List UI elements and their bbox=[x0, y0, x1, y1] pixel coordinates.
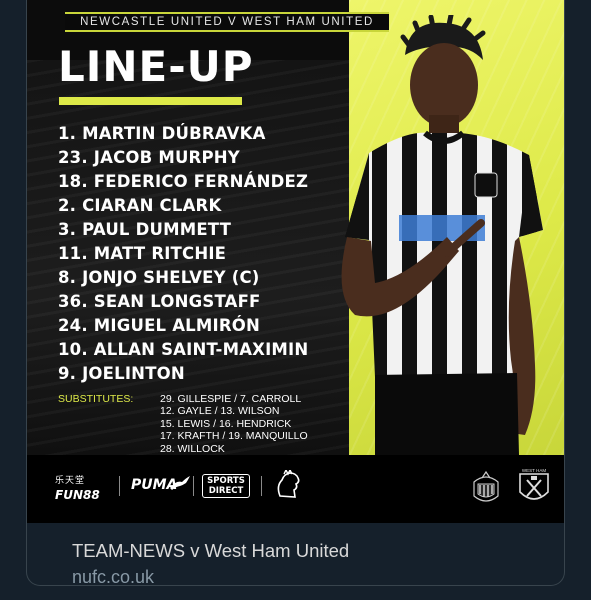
crest-text: WEST HAM bbox=[522, 468, 546, 473]
player-illustration bbox=[341, 12, 543, 455]
divider bbox=[193, 476, 194, 496]
substitutes-label: SUBSTITUTES: bbox=[58, 393, 134, 405]
list-item: 15. LEWIS / 16. HENDRICK bbox=[160, 417, 292, 430]
puma-cat-icon bbox=[170, 476, 190, 490]
list-item: 17. KRAFTH / 19. MANQUILLO bbox=[160, 430, 308, 443]
lineup-graphic[interactable]: NEWCASTLE UNITED V WEST HAM UNITED LINE-… bbox=[27, 0, 564, 523]
divider bbox=[119, 476, 120, 496]
title-underline bbox=[59, 97, 242, 105]
list-item: 3. PAUL DUMMETT bbox=[58, 220, 232, 239]
list-item: 18. FEDERICO FERNÁNDEZ bbox=[58, 172, 309, 191]
page-title: LINE-UP bbox=[58, 42, 254, 91]
list-item: 36. SEAN LONGSTAFF bbox=[58, 292, 261, 311]
link-preview-title[interactable]: TEAM-NEWS v West Ham United bbox=[72, 540, 349, 562]
list-item: 28. WILLOCK bbox=[160, 442, 225, 455]
list-item: 1. MARTIN DÚBRAVKA bbox=[58, 124, 266, 143]
list-item: 23. JACOB MURPHY bbox=[58, 148, 240, 167]
list-item: 10. ALLAN SAINT-MAXIMIN bbox=[58, 340, 309, 359]
list-item: 8. JONJO SHELVEY (C) bbox=[58, 268, 260, 287]
link-preview-domain[interactable]: nufc.co.uk bbox=[72, 567, 154, 585]
west-ham-crest-icon: WEST HAM bbox=[519, 468, 549, 500]
list-item: 2. CIARAN CLARK bbox=[58, 196, 222, 215]
lineup-list: 1. MARTIN DÚBRAVKA 23. JACOB MURPHY 18. … bbox=[58, 122, 308, 386]
divider bbox=[261, 476, 262, 496]
newcastle-crest-icon bbox=[473, 470, 499, 502]
list-item: 12. GAYLE / 13. WILSON bbox=[160, 405, 280, 418]
list-item: 29. GILLESPIE / 7. CARROLL bbox=[160, 393, 302, 405]
premier-league-lion-icon bbox=[277, 470, 300, 498]
fun88-logo: 乐天堂 FUN88 bbox=[55, 475, 100, 502]
list-item: 24. MIGUEL ALMIRÓN bbox=[58, 316, 260, 335]
list-item: 9. JOELINTON bbox=[58, 364, 185, 383]
substitutes-list: 29. GILLESPIE / 7. CARROLL 12. GAYLE / 1… bbox=[160, 393, 308, 455]
tweet-media-card[interactable]: NEWCASTLE UNITED V WEST HAM UNITED LINE-… bbox=[26, 0, 565, 586]
sports-direct-logo: SPORTS DIRECT bbox=[202, 474, 250, 498]
player-photo bbox=[297, 12, 557, 455]
list-item: 11. MATT RITCHIE bbox=[58, 244, 227, 263]
